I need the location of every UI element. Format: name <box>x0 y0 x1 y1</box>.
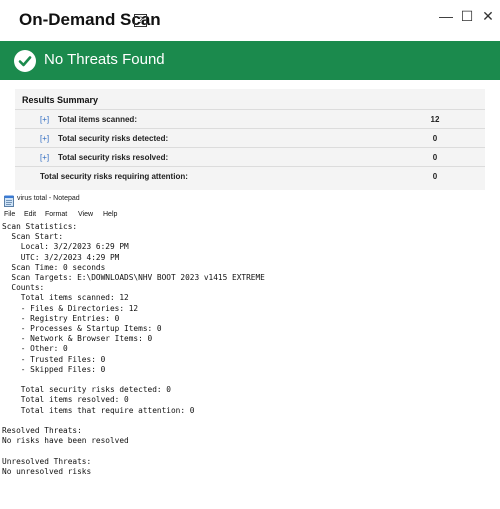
notepad-window: virus total - Notepad File Edit Format V… <box>0 190 500 509</box>
menu-edit[interactable]: Edit <box>24 211 36 218</box>
check-circle-icon <box>14 50 36 72</box>
notepad-text-area[interactable]: Scan Statistics: Scan Start: Local: 3/2/… <box>2 222 498 507</box>
result-row-risks-detected: [+] Total security risks detected: 0 <box>15 128 485 148</box>
result-row-risks-resolved: [+] Total security risks resolved: 0 <box>15 147 485 167</box>
result-label: Total security risks detected: <box>58 134 169 143</box>
result-row-items-scanned: [+] Total items scanned: 12 <box>15 109 485 129</box>
result-row-risks-attention: Total security risks requiring attention… <box>15 166 485 186</box>
notepad-menu-bar: File Edit Format View Help <box>0 210 500 222</box>
notepad-icon <box>4 194 14 207</box>
menu-view[interactable]: View <box>78 211 93 218</box>
menu-format[interactable]: Format <box>45 211 67 218</box>
status-banner: No Threats Found <box>0 41 500 80</box>
expand-toggle[interactable]: [+] <box>40 153 49 162</box>
result-value: 0 <box>432 172 438 181</box>
results-summary-heading: Results Summary <box>22 95 99 105</box>
close-button[interactable]: ✕ <box>479 8 497 24</box>
result-label: Total security risks resolved: <box>58 153 169 162</box>
expand-toggle[interactable]: [+] <box>40 134 49 143</box>
results-summary-panel: Results Summary [+] Total items scanned:… <box>15 89 485 190</box>
result-label: Total security risks requiring attention… <box>40 172 188 181</box>
minimize-button[interactable]: — <box>437 8 455 24</box>
status-text: No Threats Found <box>44 51 165 68</box>
result-label: Total items scanned: <box>58 115 137 124</box>
expand-toggle[interactable]: [+] <box>40 115 49 124</box>
menu-file[interactable]: File <box>4 211 15 218</box>
maximize-button[interactable]: ☐ <box>458 8 476 24</box>
menu-help[interactable]: Help <box>103 211 117 218</box>
result-value: 0 <box>432 153 438 162</box>
result-value: 0 <box>432 134 438 143</box>
result-value: 12 <box>430 115 440 124</box>
notepad-title: virus total - Notepad <box>17 195 80 202</box>
on-demand-scan-window: On-Demand Scan ? — ☐ ✕ No Threats Found … <box>0 0 500 190</box>
notepad-title-bar: virus total - Notepad <box>0 190 500 210</box>
help-icon[interactable]: ? <box>134 14 147 27</box>
scan-title-bar: On-Demand Scan ? — ☐ ✕ <box>0 0 500 41</box>
